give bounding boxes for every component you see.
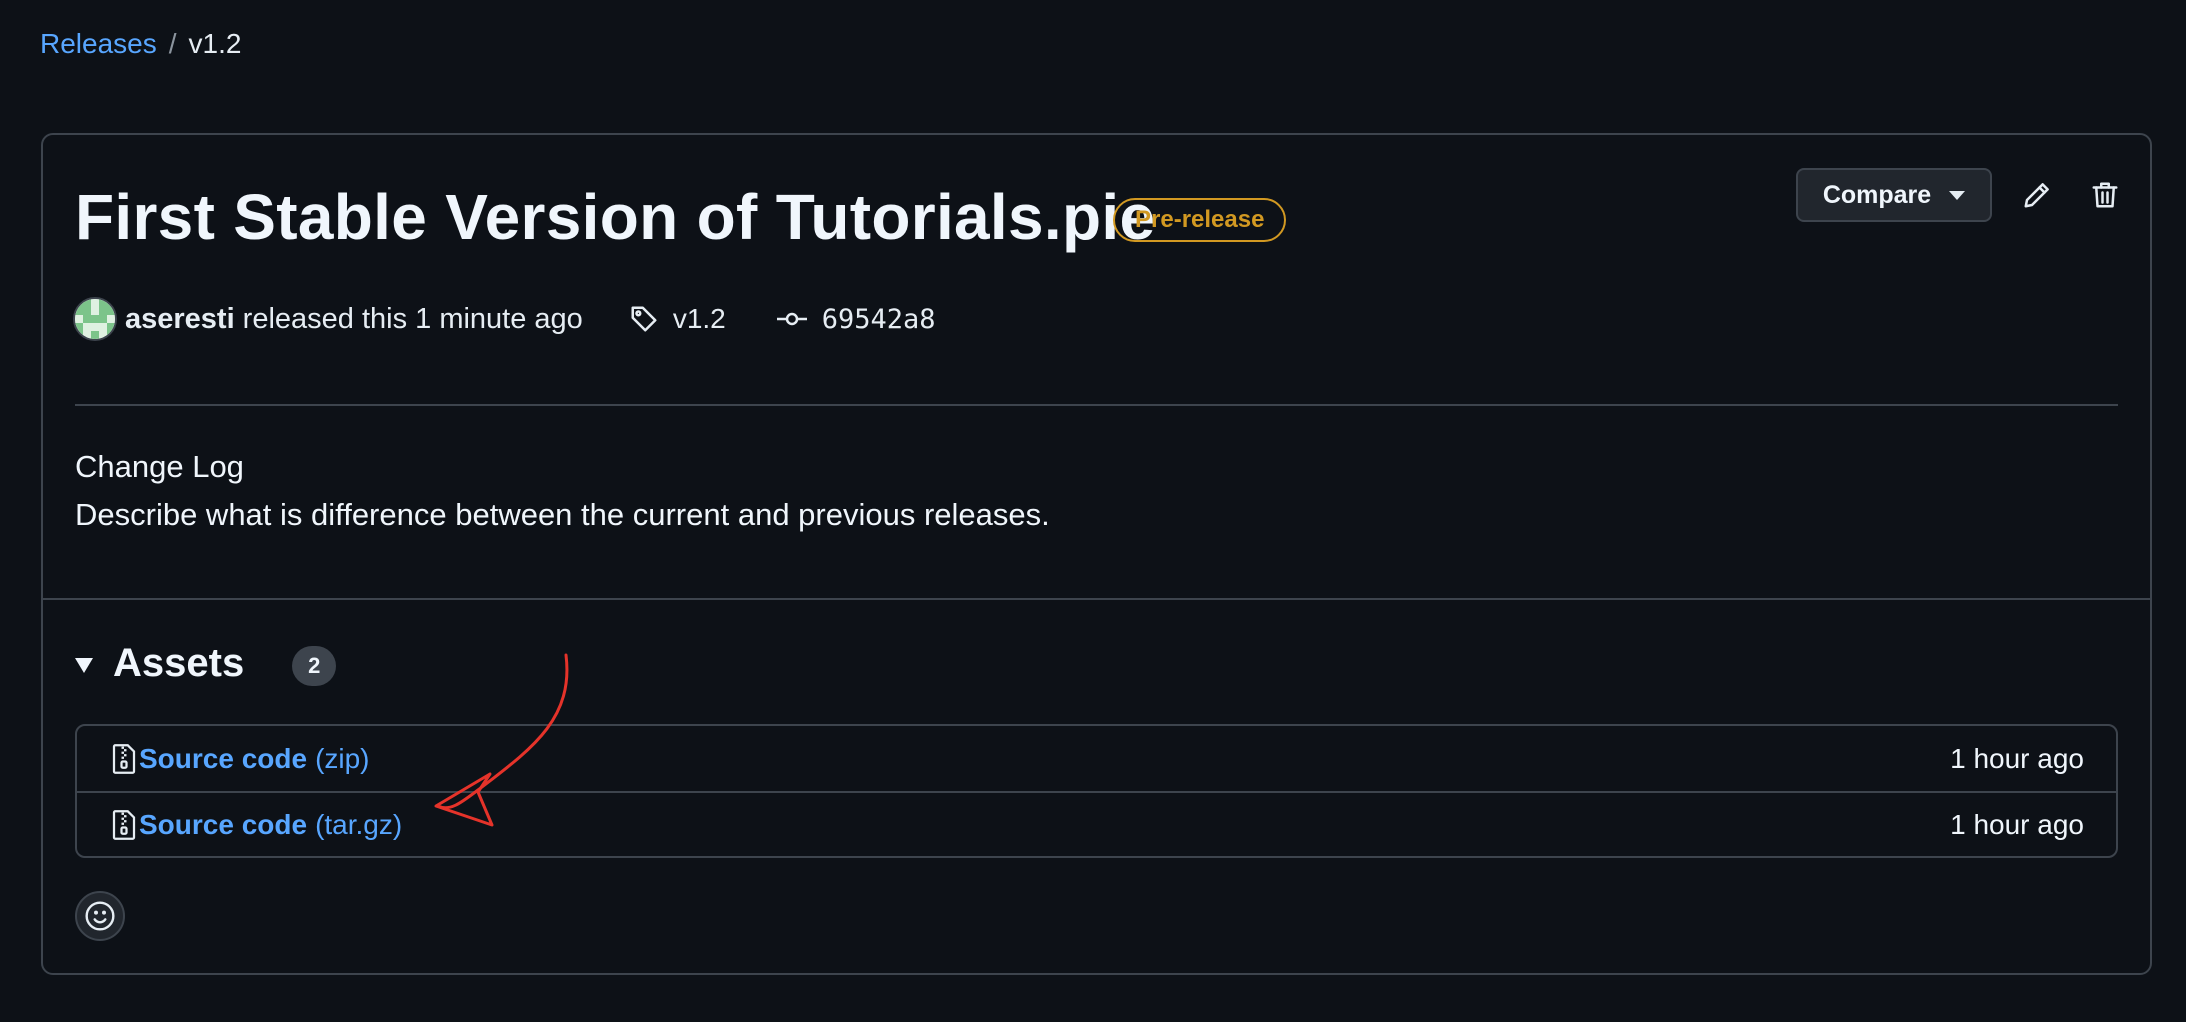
pencil-icon (2024, 183, 2049, 208)
delete-button[interactable] (2082, 172, 2128, 218)
release-actions: Compare (1796, 168, 2128, 222)
asset-ext: (zip) (315, 742, 370, 774)
released-time-text: released this 1 minute ago (242, 302, 583, 335)
release-card: First Stable Version of Tutorials.pie Pr… (41, 133, 2152, 975)
asset-ext: (tar.gz) (315, 808, 403, 840)
asset-name: Source code (139, 808, 308, 840)
compare-button[interactable]: Compare (1796, 168, 1992, 222)
asset-name: Source code (139, 742, 308, 774)
commit-link[interactable]: 69542a8 (776, 304, 936, 335)
asset-download-link-zip[interactable]: Source code (zip) (111, 743, 370, 775)
breadcrumb-separator: / (168, 28, 177, 59)
add-reaction-button[interactable] (75, 891, 125, 941)
asset-download-link-targz[interactable]: Source code (tar.gz) (111, 809, 402, 841)
compare-button-label: Compare (1822, 180, 1932, 209)
assets-toggle[interactable]: Assets 2 (75, 640, 337, 686)
breadcrumb-current: v1.2 (188, 28, 242, 59)
tag-link[interactable]: v1.2 (629, 303, 726, 335)
commit-icon (776, 312, 807, 326)
avatar[interactable] (73, 297, 117, 341)
smiley-icon (85, 901, 115, 931)
divider (43, 598, 2150, 600)
asset-time: 1 hour ago (1950, 742, 2084, 774)
release-title: First Stable Version of Tutorials.pie (75, 181, 1156, 253)
trash-icon (2092, 182, 2118, 208)
asset-row: Source code (zip) 1 hour ago (77, 726, 2116, 791)
release-notes: Change Log Describe what is difference b… (75, 443, 1050, 539)
release-notes-text: Describe what is difference between the … (75, 497, 1050, 532)
author-link[interactable]: aseresti (125, 303, 235, 336)
release-notes-heading: Change Log (75, 449, 244, 484)
file-zip-icon (112, 809, 136, 840)
asset-time: 1 hour ago (1950, 808, 2084, 840)
tag-label: v1.2 (672, 303, 726, 334)
edit-button[interactable] (2014, 172, 2060, 218)
identicon-image (75, 299, 115, 339)
caret-down-icon (1949, 190, 1966, 200)
breadcrumb: Releases / v1.2 (40, 28, 241, 60)
divider (75, 404, 2118, 406)
asset-list: Source code (zip) 1 hour ago Source code… (75, 724, 2118, 858)
prerelease-badge: Pre-release (1113, 198, 1287, 242)
assets-count-badge: 2 (292, 646, 337, 686)
asset-row: Source code (tar.gz) 1 hour ago (77, 791, 2116, 856)
breadcrumb-releases-link[interactable]: Releases (40, 28, 157, 60)
assets-title: Assets (113, 640, 245, 685)
triangle-down-icon (75, 657, 93, 673)
tag-icon (631, 306, 657, 332)
release-meta: aseresti released this 1 minute ago v1.2… (73, 297, 936, 341)
file-zip-icon (112, 743, 136, 774)
commit-hash: 69542a8 (821, 303, 936, 335)
